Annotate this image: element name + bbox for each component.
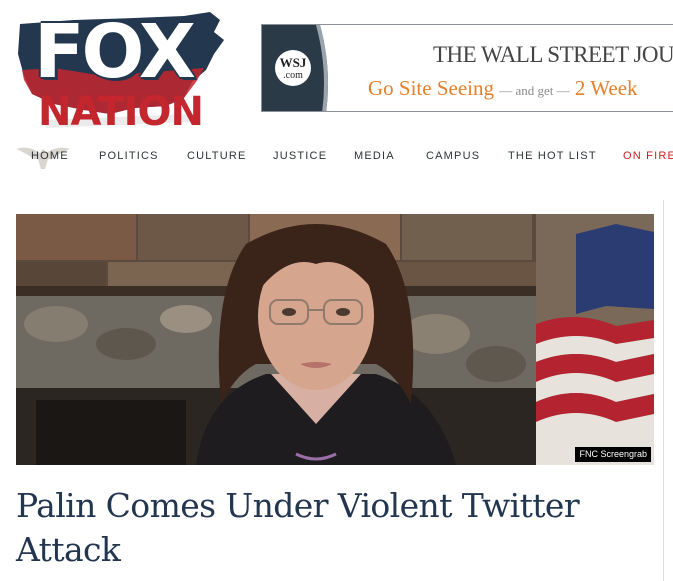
photo-credit: FNC Screengrab: [575, 447, 651, 462]
nav-on-fire[interactable]: ON FIRE: [623, 150, 673, 162]
nav-campus[interactable]: CAMPUS: [426, 150, 480, 162]
main-nav: HOME POLITICS CULTURE JUSTICE MEDIA CAMP…: [0, 140, 673, 174]
ad-promo-mid: — and get —: [499, 83, 570, 98]
ad-promo-end: 2 Week: [574, 76, 638, 100]
nav-hot-list[interactable]: THE HOT LIST: [508, 150, 597, 162]
article-photo-image: [16, 214, 654, 465]
article-headline[interactable]: Palin Comes Under Violent Twitter Attack: [16, 484, 646, 572]
content-divider: [663, 200, 664, 581]
ad-promo-main: Go Site Seeing: [368, 76, 494, 100]
nav-culture[interactable]: CULTURE: [187, 150, 247, 162]
wsj-badge-top: WSJ: [279, 55, 307, 70]
ad-promo: Go Site Seeing — and get — 2 Week: [368, 75, 638, 104]
logo-nation-text: NATION: [38, 89, 204, 135]
wsj-badge-icon: WSJ .com: [275, 50, 311, 86]
logo-fox-text: FOX: [34, 9, 196, 95]
article-photo[interactable]: FNC Screengrab: [16, 214, 654, 465]
nav-justice[interactable]: JUSTICE: [273, 150, 327, 162]
ad-title: THE WALL STREET JOURNAL.: [433, 42, 673, 67]
fox-nation-logo[interactable]: FOX NATION: [14, 10, 230, 138]
nav-politics[interactable]: POLITICS: [99, 150, 159, 162]
wsj-badge-bottom: .com: [283, 70, 303, 81]
wsj-ad-banner[interactable]: WSJ .com THE WALL STREET JOURNAL. Go Sit…: [261, 24, 673, 112]
nav-media[interactable]: MEDIA: [354, 150, 395, 162]
nav-home[interactable]: HOME: [31, 150, 69, 162]
